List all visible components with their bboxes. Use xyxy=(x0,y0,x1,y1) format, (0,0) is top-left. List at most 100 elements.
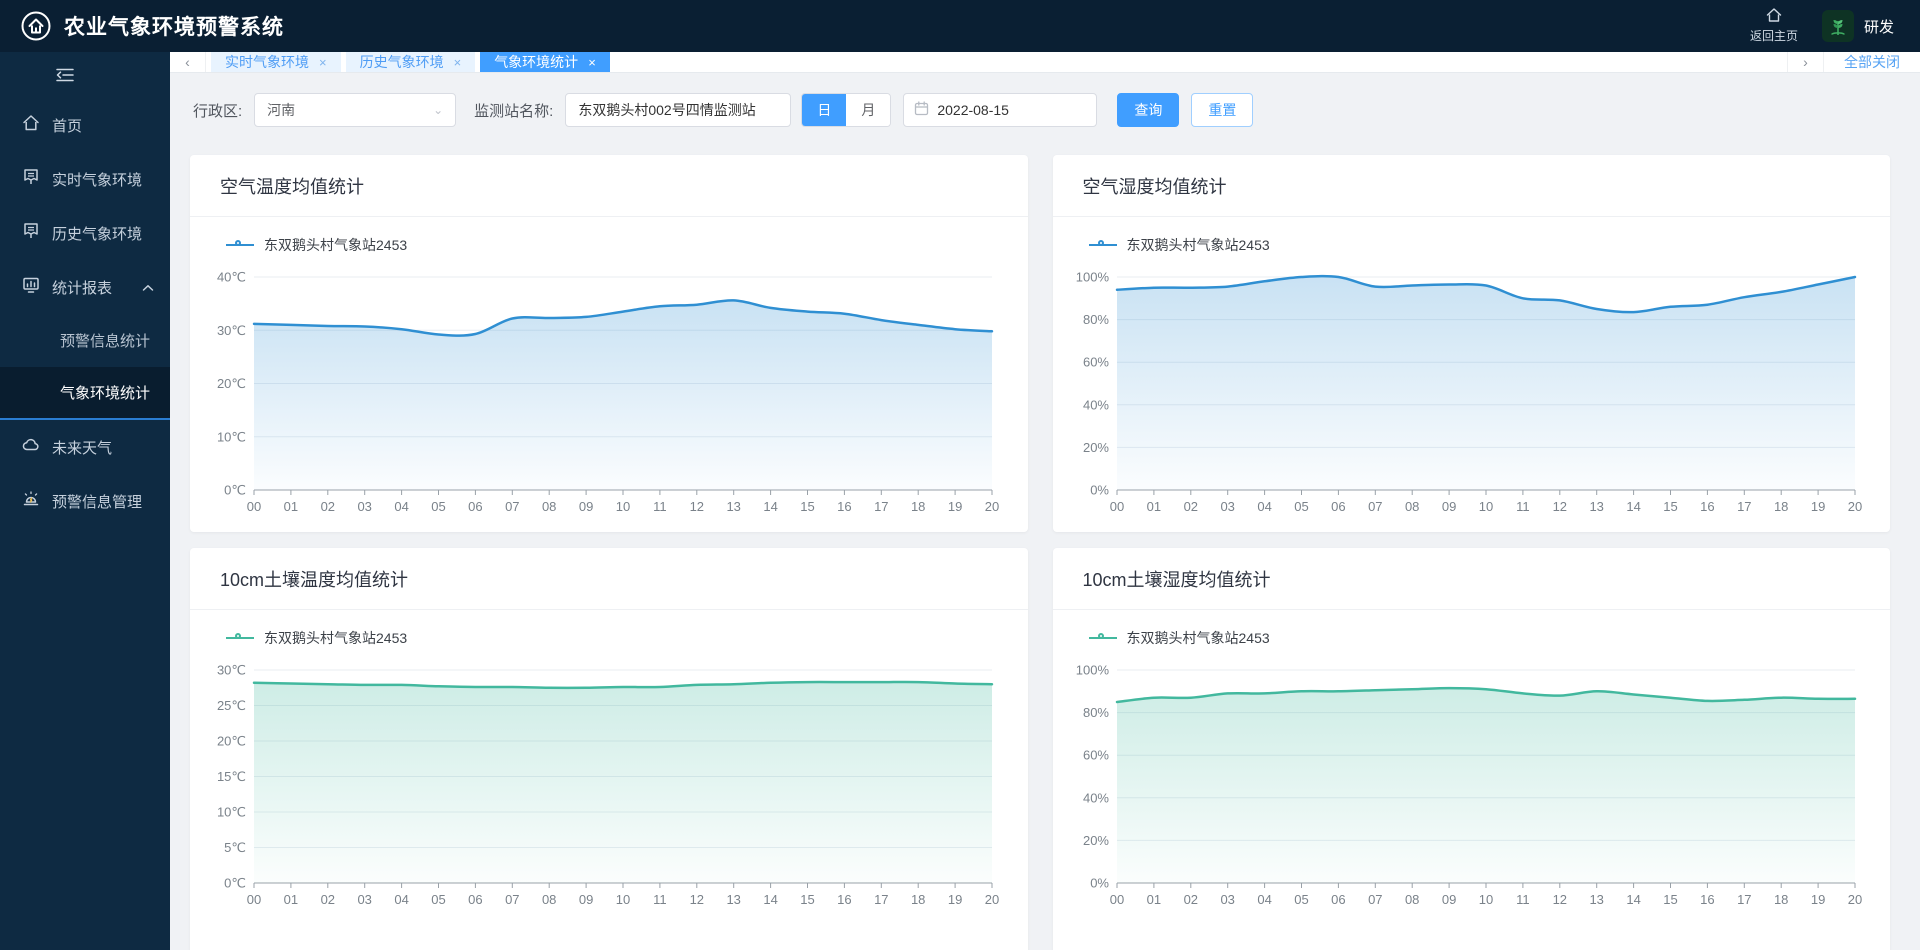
house-logo-icon xyxy=(20,10,52,42)
tabs-scroll-right-button[interactable]: › xyxy=(1787,52,1823,72)
svg-text:40%: 40% xyxy=(1082,790,1108,805)
svg-text:15: 15 xyxy=(1663,499,1677,514)
report-icon xyxy=(22,276,40,298)
chart-legend-item[interactable]: 东双鹅头村气象站2453 xyxy=(226,235,1028,255)
svg-text:17: 17 xyxy=(874,499,888,514)
sidebar-item[interactable]: 统计报表 xyxy=(0,260,170,314)
svg-text:10: 10 xyxy=(1478,892,1492,907)
chart-legend-item[interactable]: 东双鹅头村气象站2453 xyxy=(1088,235,1891,255)
sidebar-subitem[interactable]: 气象环境统计 xyxy=(0,367,170,420)
day-toggle-button[interactable]: 日 xyxy=(802,94,847,126)
sidebar-item-label: 历史气象环境 xyxy=(52,225,143,243)
svg-text:10: 10 xyxy=(1478,499,1492,514)
svg-text:19: 19 xyxy=(1810,892,1824,907)
tab-label: 实时气象环境 xyxy=(225,54,309,70)
return-home-label: 返回主页 xyxy=(1749,29,1798,43)
legend-label: 东双鹅头村气象站2453 xyxy=(264,237,408,253)
chart-legend-item[interactable]: 东双鹅头村气象站2453 xyxy=(226,628,1028,648)
svg-text:19: 19 xyxy=(948,892,962,907)
svg-text:00: 00 xyxy=(1109,499,1123,514)
svg-text:18: 18 xyxy=(1773,892,1787,907)
sidebar-item-label: 预警信息管理 xyxy=(52,493,143,511)
chart-panel-head: 10cm土壤温度均值统计 xyxy=(190,548,1028,610)
chart-area: 0% 20% 40% 60% 80% 100% 00 01 02 03 04 05 06 07 08 09 10… xyxy=(1053,648,1891,915)
region-select[interactable]: 河南 ⌄ xyxy=(254,93,457,127)
brand: 农业气象环境预警系统 xyxy=(20,10,284,42)
reset-button[interactable]: 重置 xyxy=(1191,93,1254,127)
svg-text:04: 04 xyxy=(1257,892,1271,907)
svg-text:05: 05 xyxy=(431,892,445,907)
month-toggle-button[interactable]: 月 xyxy=(846,94,891,126)
legend-line-marker-icon xyxy=(1088,240,1117,246)
charts-grid: 空气温度均值统计 东双鹅头村气象站2453 0℃ 10℃ 20℃ 30℃ 40℃ 00 01 02… xyxy=(190,155,1890,950)
svg-text:09: 09 xyxy=(579,499,593,514)
tab-item[interactable]: 气象环境统计 × xyxy=(480,52,610,72)
sidebar-item[interactable]: 实时气象环境 xyxy=(0,152,170,206)
close-all-tabs-button[interactable]: 全部关闭 xyxy=(1823,52,1920,72)
station-label: 监测站名称: xyxy=(474,102,554,120)
tab-bar: ‹ 实时气象环境 × 历史气象环境 × 气象环境统计 × › 全部关闭 xyxy=(170,52,1920,73)
svg-text:10: 10 xyxy=(616,892,630,907)
svg-text:12: 12 xyxy=(1552,892,1566,907)
home-outline-icon xyxy=(1766,8,1782,25)
svg-text:06: 06 xyxy=(468,892,482,907)
svg-text:14: 14 xyxy=(763,892,777,907)
chart-canvas: 0℃ 10℃ 20℃ 30℃ 40℃ 00 01 02 03 04 05 06 07 08 09 10 11 12… xyxy=(217,270,999,515)
svg-text:17: 17 xyxy=(874,892,888,907)
tab-close-icon[interactable]: × xyxy=(319,55,327,70)
svg-text:11: 11 xyxy=(1516,892,1530,907)
svg-text:13: 13 xyxy=(1589,892,1603,907)
return-home-button[interactable]: 返回主页 xyxy=(1750,8,1798,44)
cloud-icon xyxy=(22,436,40,458)
svg-text:20%: 20% xyxy=(1082,440,1108,455)
sidebar-subitem-label: 预警信息统计 xyxy=(60,333,151,350)
menu-fold-icon[interactable] xyxy=(0,52,170,98)
svg-text:11: 11 xyxy=(1516,499,1530,514)
date-picker[interactable]: 2022-08-15 xyxy=(903,93,1098,127)
svg-text:15: 15 xyxy=(800,892,814,907)
svg-text:20: 20 xyxy=(1847,499,1861,514)
svg-text:07: 07 xyxy=(1368,499,1382,514)
chart-canvas: 0℃ 5℃ 10℃ 15℃ 20℃ 25℃ 30℃ 00 01 02 03 04 05 06 07 08 09 1… xyxy=(217,663,999,908)
sidebar-item[interactable]: 预警信息管理 xyxy=(0,474,170,528)
sidebar-item[interactable]: 首页 xyxy=(0,98,170,152)
svg-text:08: 08 xyxy=(1404,499,1418,514)
chart-legend-item[interactable]: 东双鹅头村气象站2453 xyxy=(1088,628,1891,648)
svg-text:20: 20 xyxy=(985,892,999,907)
period-toggle: 日 月 xyxy=(801,93,892,127)
svg-text:03: 03 xyxy=(357,892,371,907)
svg-text:13: 13 xyxy=(726,892,740,907)
svg-text:13: 13 xyxy=(1589,499,1603,514)
svg-text:01: 01 xyxy=(284,499,298,514)
tab-close-icon[interactable]: × xyxy=(588,55,596,70)
svg-text:09: 09 xyxy=(579,892,593,907)
user-menu[interactable]: 研发 xyxy=(1821,10,1894,42)
region-select-value: 河南 xyxy=(267,102,296,118)
wheat-avatar-icon xyxy=(1821,10,1854,42)
tabs-scroll-left-button[interactable]: ‹ xyxy=(170,52,206,72)
svg-text:11: 11 xyxy=(653,892,667,907)
sidebar-item-label: 首页 xyxy=(52,117,83,135)
filter-bar: 行政区: 河南 ⌄ 监测站名称: 日 月 2022-08-15 查询 重置 xyxy=(170,73,1920,127)
sidebar-item[interactable]: 未来天气 xyxy=(0,420,170,474)
chart-area: 0℃ 5℃ 10℃ 15℃ 20℃ 25℃ 30℃ 00 01 02 03 04 05 06 07 08 09 1… xyxy=(190,648,1028,915)
svg-text:07: 07 xyxy=(505,499,519,514)
tab-item[interactable]: 历史气象环境 × xyxy=(345,52,476,72)
tab-item[interactable]: 实时气象环境 × xyxy=(211,52,341,72)
sidebar-item[interactable]: 历史气象环境 xyxy=(0,206,170,260)
svg-text:60%: 60% xyxy=(1082,748,1108,763)
tab-close-icon[interactable]: × xyxy=(454,55,462,70)
tab-label: 历史气象环境 xyxy=(359,54,444,70)
sidebar-subitem[interactable]: 预警信息统计 xyxy=(0,314,170,367)
svg-text:80%: 80% xyxy=(1082,705,1108,720)
legend-line-marker-icon xyxy=(226,240,254,246)
svg-text:12: 12 xyxy=(690,892,704,907)
station-input[interactable] xyxy=(565,93,792,127)
chart-panel: 10cm土壤温度均值统计 东双鹅头村气象站2453 0℃ 5℃ 10℃ 15℃ 20℃ 25℃… xyxy=(190,548,1028,950)
chart-canvas: 0% 20% 40% 60% 80% 100% 00 01 02 03 04 05 06 07 08 09 10… xyxy=(1075,663,1861,908)
query-button[interactable]: 查询 xyxy=(1117,93,1180,127)
svg-text:16: 16 xyxy=(1700,499,1714,514)
legend-label: 东双鹅头村气象站2453 xyxy=(1126,630,1270,646)
svg-text:03: 03 xyxy=(1220,499,1234,514)
svg-text:02: 02 xyxy=(321,892,335,907)
